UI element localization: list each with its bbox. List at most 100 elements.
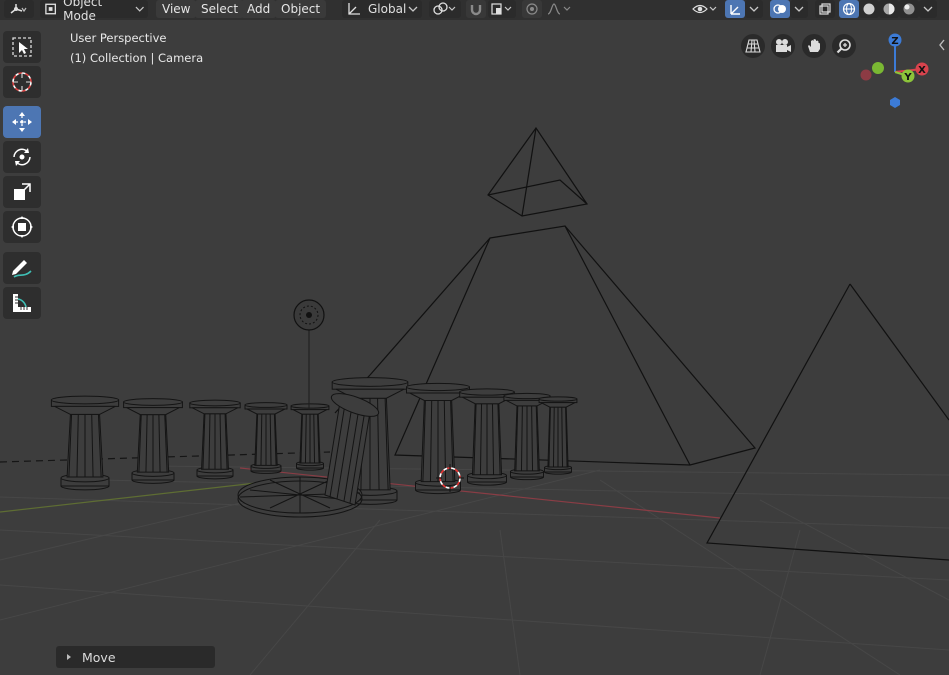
proportional-edit-icon (526, 3, 538, 15)
menu-object-label: Object (281, 2, 321, 16)
object-mode-icon (45, 3, 57, 15)
pan-view-button[interactable] (802, 34, 826, 58)
tool-move[interactable] (3, 106, 41, 138)
pillar[interactable] (503, 392, 551, 481)
pillar[interactable] (123, 398, 183, 484)
pyramid-large[interactable] (334, 225, 757, 466)
chevron-down-icon (923, 6, 933, 12)
pivot-icon (433, 2, 456, 15)
material-shading-icon (883, 3, 895, 15)
tool-annotate[interactable] (3, 252, 41, 284)
camera-object[interactable] (293, 299, 325, 410)
tool-rotate[interactable] (3, 141, 41, 173)
wireframe-shading-icon (842, 2, 856, 16)
tool-select-box[interactable] (3, 31, 41, 63)
measure-ruler-icon (13, 294, 31, 312)
camera-view-button[interactable] (771, 34, 795, 58)
annotate-pencil-icon (12, 260, 32, 278)
rotate-icon (13, 148, 31, 166)
chevron-down-icon (408, 6, 418, 12)
transform-orientation-dropdown[interactable]: Global (342, 0, 422, 18)
snap-target-dropdown[interactable] (488, 0, 516, 18)
editor-type-button[interactable] (4, 0, 34, 18)
orientation-icon (348, 3, 360, 15)
gizmo-z-label: Z (891, 36, 898, 47)
proportional-edit-toggle[interactable] (522, 0, 542, 18)
menu-add[interactable]: Add (241, 0, 277, 18)
scene-canvas[interactable] (0, 20, 949, 675)
tool-measure[interactable] (3, 287, 41, 319)
shading-solid-button[interactable] (859, 0, 879, 18)
falloff-dropdown[interactable] (544, 0, 574, 18)
gizmo-neg-y-dot[interactable] (872, 62, 884, 74)
gizmo-dropdown[interactable] (745, 0, 763, 18)
shading-rendered-button[interactable] (899, 0, 919, 18)
pillar[interactable] (290, 403, 330, 471)
pillar[interactable] (538, 396, 578, 475)
xray-toggle[interactable] (815, 0, 835, 18)
scale-icon (14, 183, 31, 200)
viewport-header: Object Mode View Select Add Object Globa… (0, 0, 949, 23)
transform-icon (11, 216, 33, 238)
chevron-down-icon (749, 6, 759, 12)
pyramid-right[interactable] (706, 283, 949, 561)
solid-shading-icon (863, 3, 875, 15)
magnet-icon (470, 5, 482, 16)
pillar[interactable] (244, 402, 288, 474)
gizmo-toggle[interactable] (725, 0, 745, 18)
menu-add-label: Add (247, 2, 271, 16)
tool-cursor[interactable] (3, 66, 41, 98)
floor-grid (0, 465, 949, 675)
last-operator-panel[interactable]: Move (56, 646, 215, 668)
overlays-dropdown[interactable] (790, 0, 808, 18)
xray-icon (819, 3, 831, 15)
view-perspective-label: User Perspective (70, 31, 167, 45)
pivot-point-dropdown[interactable] (429, 0, 461, 18)
zoom-view-button[interactable] (832, 34, 856, 58)
gizmo-y-label: Y (903, 72, 912, 83)
eye-icon (692, 4, 717, 14)
menu-view[interactable]: View (156, 0, 197, 18)
pillar[interactable] (50, 395, 120, 491)
falloff-curve-icon (547, 3, 571, 15)
pillar[interactable] (459, 388, 515, 486)
last-operator-label: Move (82, 649, 116, 665)
snap-toggle[interactable] (466, 0, 486, 18)
view3d-editor-icon (10, 4, 27, 14)
menu-select[interactable]: Select (195, 0, 245, 18)
move-arrows-icon (12, 112, 32, 132)
shading-wireframe-button[interactable] (839, 0, 859, 18)
overlays-toggle[interactable] (770, 0, 790, 18)
camera-icon (776, 39, 791, 52)
cursor-icon (12, 72, 32, 92)
tool-transform[interactable] (3, 211, 41, 243)
gizmo-x-label: X (918, 65, 926, 76)
grid-perspective-icon (745, 39, 761, 53)
shading-material-button[interactable] (879, 0, 899, 18)
gizmo-neg-z-dot[interactable] (890, 97, 900, 108)
view-context-label: (1) Collection | Camera (70, 51, 204, 65)
3d-viewport[interactable]: User Perspective (1) Collection | Camera (0, 20, 949, 675)
pyramid-small-floating[interactable] (487, 126, 589, 217)
mode-dropdown[interactable]: Object Mode (40, 0, 148, 23)
navigation-gizmo[interactable]: Z X Y (855, 30, 935, 126)
gizmo-icon (730, 5, 740, 15)
snap-increment-icon (491, 3, 512, 15)
menu-object[interactable]: Object (275, 0, 327, 18)
chevron-down-icon (135, 6, 144, 12)
chevron-down-icon (794, 6, 804, 12)
select-box-icon (12, 37, 32, 57)
hand-icon (808, 39, 820, 52)
sidebar-toggle-arrow-icon[interactable] (937, 38, 947, 52)
chevron-right-icon (67, 654, 71, 660)
orientation-label: Global (368, 2, 407, 16)
tool-scale[interactable] (3, 176, 41, 208)
overlays-icon (773, 4, 786, 14)
visibility-dropdown[interactable] (690, 0, 720, 18)
zoom-magnifier-icon (836, 39, 851, 54)
toggle-perspective-button[interactable] (741, 34, 765, 58)
gizmo-neg-x-dot[interactable] (860, 69, 872, 81)
rendered-shading-icon (903, 3, 915, 15)
shading-dropdown[interactable] (919, 0, 937, 18)
menu-select-label: Select (201, 2, 239, 16)
